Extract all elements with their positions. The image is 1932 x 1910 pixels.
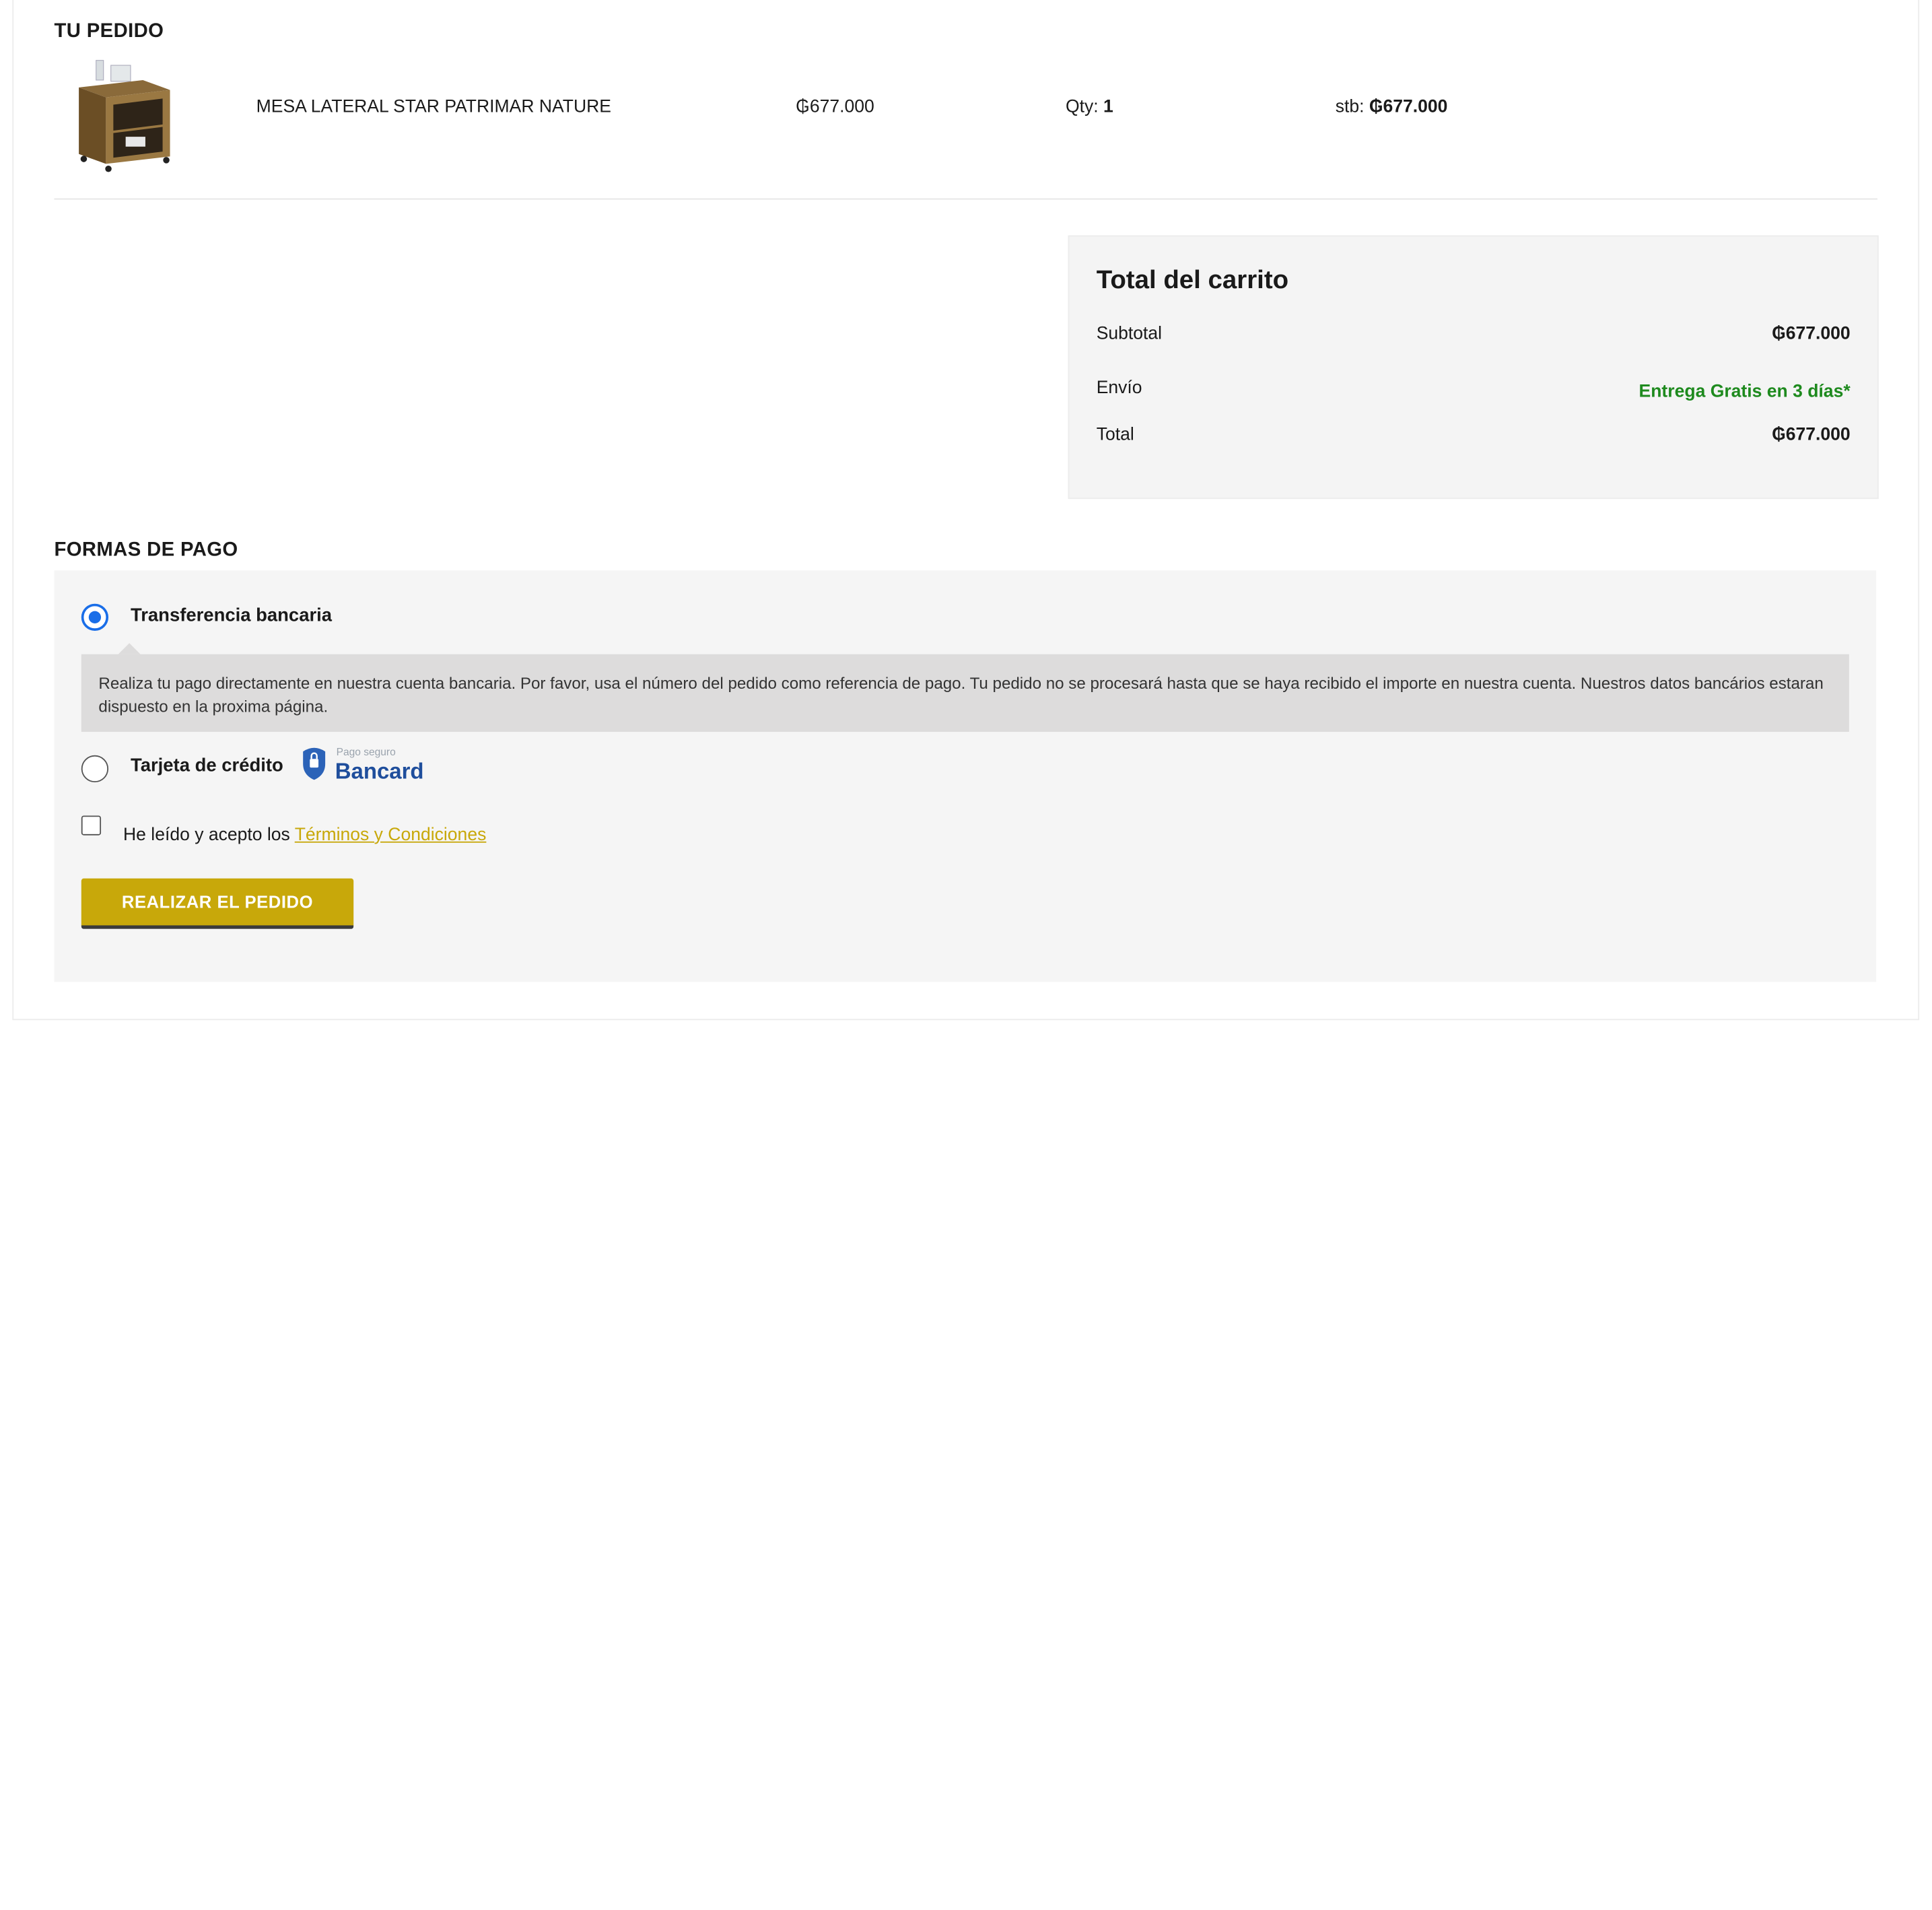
subtotal-label: stb: bbox=[1335, 97, 1365, 117]
subtotal-value: ₲677.000 bbox=[1369, 97, 1448, 117]
payment-title: FORMAS DE PAGO bbox=[54, 539, 238, 561]
credit-card-radio[interactable] bbox=[81, 755, 109, 783]
totals-shipping-value: Entrega Gratis en 3 días* bbox=[1638, 382, 1851, 402]
bancard-logo: Pago seguro Bancard bbox=[303, 747, 424, 784]
cart-totals: Total del carrito Subtotal ₲677.000 Enví… bbox=[1068, 235, 1879, 500]
totals-subtotal-value: ₲677.000 bbox=[1772, 324, 1851, 344]
bancard-brand-text: Bancard bbox=[335, 759, 424, 784]
transfer-radio[interactable] bbox=[81, 603, 109, 631]
terms-checkbox[interactable] bbox=[81, 815, 102, 835]
terms-link[interactable]: Términos y Condiciones bbox=[295, 825, 487, 845]
payment-methods: Transferencia bancaria Realiza tu pago d… bbox=[54, 570, 1877, 982]
product-name: MESA LATERAL STAR PATRIMAR NATURE bbox=[256, 97, 611, 117]
product-image bbox=[79, 60, 170, 172]
cart-totals-title: Total del carrito bbox=[1096, 266, 1289, 295]
order-title: TU PEDIDO bbox=[54, 21, 164, 42]
totals-shipping-label: Envío bbox=[1096, 378, 1142, 399]
checkout-container: TU PEDIDO MESA LATERAL STAR PATRIMAR NAT… bbox=[12, 0, 1920, 1021]
credit-card-label[interactable]: Tarjeta de crédito bbox=[131, 755, 283, 776]
place-order-button[interactable]: REALIZAR EL PEDIDO bbox=[81, 878, 354, 929]
terms-text: He leído y acepto los Términos y Condici… bbox=[123, 825, 486, 845]
product-subtotal: stb: ₲677.000 bbox=[1336, 98, 1448, 117]
qty-label: Qty: bbox=[1065, 97, 1099, 117]
terms-label: He leído y acepto los bbox=[123, 825, 295, 846]
totals-total-value: ₲677.000 bbox=[1772, 425, 1851, 445]
bancard-small-text: Pago seguro bbox=[337, 747, 396, 758]
totals-subtotal-label: Subtotal bbox=[1096, 324, 1163, 344]
totals-total-label: Total bbox=[1096, 425, 1134, 445]
product-price: ₲677.000 bbox=[796, 97, 874, 117]
qty-value: 1 bbox=[1103, 97, 1113, 117]
order-item-row: MESA LATERAL STAR PATRIMAR NATURE ₲677.0… bbox=[54, 55, 1877, 200]
transfer-label[interactable]: Transferencia bancaria bbox=[131, 605, 332, 626]
transfer-description: Realiza tu pago directamente en nuestra … bbox=[81, 643, 1849, 732]
product-qty: Qty: 1 bbox=[1066, 98, 1113, 117]
